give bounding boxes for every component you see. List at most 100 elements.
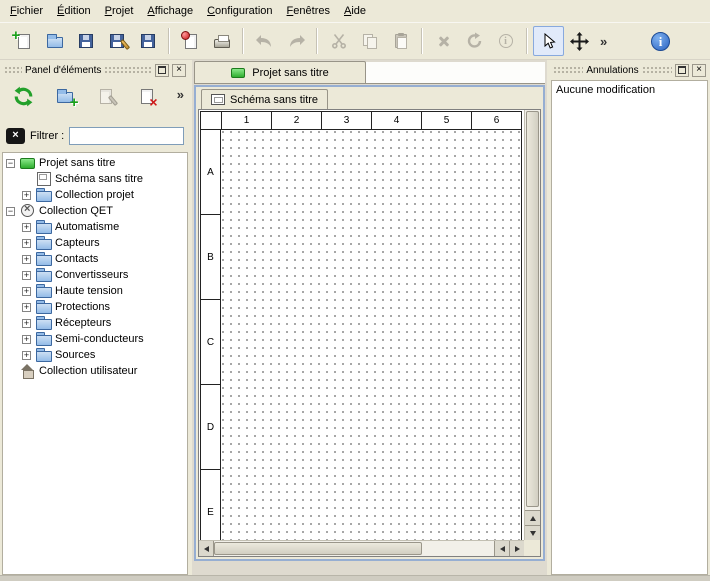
new-element-button[interactable] <box>49 81 80 111</box>
project-tab[interactable]: Projet sans titre <box>194 61 366 83</box>
tree-expander[interactable] <box>22 271 31 280</box>
ruler-row-label: B <box>201 215 221 300</box>
rotate-button[interactable] <box>459 26 490 56</box>
menu-item[interactable]: Aide <box>337 2 373 20</box>
menu-item[interactable]: Configuration <box>200 2 279 20</box>
menu-item[interactable]: Fichier <box>3 2 50 20</box>
horizontal-scrollbar-thumb[interactable] <box>214 542 422 555</box>
open-folder-icon <box>47 37 63 48</box>
scrollbar-corner <box>524 540 540 556</box>
new-document-icon <box>18 34 30 49</box>
schema-tab[interactable]: Schéma sans titre <box>201 89 328 109</box>
undo-button[interactable] <box>249 26 280 56</box>
tree-item[interactable]: Semi-conducteurs <box>3 331 187 347</box>
scroll-left-button[interactable] <box>199 541 214 556</box>
delete-element-button[interactable] <box>131 81 162 111</box>
scroll-down-button[interactable] <box>525 525 540 540</box>
tree-item[interactable]: Collection projet <box>3 187 187 203</box>
close-panel-button[interactable]: × <box>172 64 186 77</box>
tree-item-label: Récepteurs <box>55 317 111 329</box>
elements-panel-title: Panel d'éléments <box>25 65 101 76</box>
save-as-button[interactable] <box>101 26 132 56</box>
scroll-up-button[interactable] <box>525 510 540 525</box>
tree-expander[interactable] <box>22 319 31 328</box>
undo-panel-title-bar[interactable]: Annulations × <box>551 62 708 78</box>
elements-panel: Panel d'éléments × » Filtrer : Projet sa… <box>0 60 190 575</box>
paste-button[interactable] <box>385 26 416 56</box>
close-file-button[interactable] <box>175 26 206 56</box>
scroll-left-button-2[interactable] <box>494 541 509 556</box>
save-button[interactable] <box>70 26 101 56</box>
mdi-area: Projet sans titre Schéma sans titre 1234… <box>192 60 547 575</box>
delete-button[interactable] <box>428 26 459 56</box>
tree-expander[interactable] <box>22 287 31 296</box>
save-all-button[interactable] <box>132 26 163 56</box>
tree-item[interactable]: Projet sans titre <box>3 155 187 171</box>
menu-item[interactable]: Fenêtres <box>280 2 337 20</box>
edit-element-button[interactable] <box>90 81 121 111</box>
main-toolbar: » <box>0 22 710 60</box>
ruler-column-label: 3 <box>321 112 371 130</box>
new-document-button[interactable] <box>8 26 39 56</box>
schema-canvas[interactable] <box>221 130 521 555</box>
tree-expander[interactable] <box>22 223 31 232</box>
tree-item[interactable]: Convertisseurs <box>3 267 187 283</box>
horizontal-scrollbar-track[interactable] <box>422 541 494 556</box>
rotate-icon <box>466 32 484 50</box>
scroll-right-button[interactable] <box>509 541 524 556</box>
tree-item-label: Semi-conducteurs <box>55 333 144 345</box>
filter-label: Filtrer : <box>30 130 64 142</box>
tree-expander[interactable] <box>22 255 31 264</box>
tree-item[interactable]: Collection QET <box>3 203 187 219</box>
save-all-icon <box>141 34 155 48</box>
panel-overflow-button[interactable]: » <box>177 87 184 102</box>
about-button[interactable] <box>645 26 676 56</box>
toolbar-overflow-button[interactable]: » <box>595 34 612 49</box>
reload-collections-button[interactable] <box>8 81 39 111</box>
tree-item[interactable]: Schéma sans titre <box>3 171 187 187</box>
tree-item[interactable]: Automatisme <box>3 219 187 235</box>
move-cross-icon <box>570 32 589 51</box>
tree-item-icon <box>19 156 36 170</box>
menu-item[interactable]: Affichage <box>140 2 200 20</box>
tree-item[interactable]: Collection utilisateur <box>3 363 187 379</box>
float-panel-button[interactable] <box>155 64 169 77</box>
tree-item[interactable]: Sources <box>3 347 187 363</box>
move-tool-button[interactable] <box>564 26 595 56</box>
element-tree[interactable]: Projet sans titre Schéma sans titre Coll… <box>2 152 188 575</box>
copy-button[interactable] <box>354 26 385 56</box>
close-panel-button[interactable]: × <box>692 64 706 77</box>
print-button[interactable] <box>206 26 237 56</box>
tree-item-label: Collection projet <box>55 189 134 201</box>
tree-item[interactable]: Protections <box>3 299 187 315</box>
tree-expander[interactable] <box>6 159 15 168</box>
tree-item[interactable]: Haute tension <box>3 283 187 299</box>
tree-item-icon <box>35 220 52 234</box>
vertical-scrollbar[interactable] <box>524 110 540 540</box>
float-panel-button[interactable] <box>675 64 689 77</box>
tree-item-icon <box>35 332 52 346</box>
cut-button[interactable] <box>323 26 354 56</box>
tree-item[interactable]: Contacts <box>3 251 187 267</box>
tree-expander[interactable] <box>22 351 31 360</box>
clear-filter-button[interactable] <box>6 128 25 144</box>
select-tool-button[interactable] <box>533 26 564 56</box>
tree-item[interactable]: Récepteurs <box>3 315 187 331</box>
open-project-button[interactable] <box>39 26 70 56</box>
tree-expander[interactable] <box>22 239 31 248</box>
tree-expander[interactable] <box>22 191 31 200</box>
redo-button[interactable] <box>280 26 311 56</box>
tree-item[interactable]: Capteurs <box>3 235 187 251</box>
tree-expander[interactable] <box>6 207 15 216</box>
undo-history-list[interactable]: Aucune modification <box>551 80 708 575</box>
menu-item[interactable]: Projet <box>98 2 141 20</box>
element-info-button[interactable] <box>490 26 521 56</box>
printer-icon <box>214 39 230 48</box>
menu-item[interactable]: Édition <box>50 2 98 20</box>
elements-panel-title-bar[interactable]: Panel d'éléments × <box>2 62 188 78</box>
vertical-scrollbar-thumb[interactable] <box>526 111 539 507</box>
tree-expander[interactable] <box>22 335 31 344</box>
filter-input[interactable] <box>69 127 184 145</box>
tree-expander[interactable] <box>22 303 31 312</box>
horizontal-scrollbar[interactable] <box>199 540 524 556</box>
